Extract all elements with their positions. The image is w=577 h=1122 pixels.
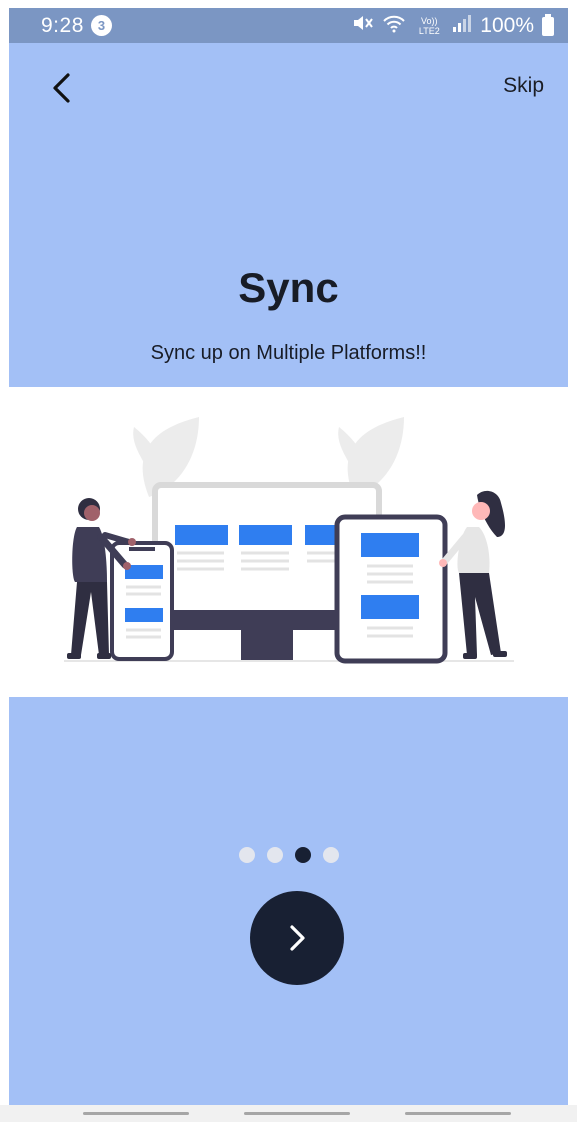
chevron-right-icon xyxy=(290,925,305,951)
back-button[interactable] xyxy=(41,68,81,108)
chevron-left-icon xyxy=(53,73,70,103)
page-title: Sync xyxy=(238,264,339,311)
page-indicator xyxy=(9,847,568,863)
status-icons: Vo)) LTE2 100% xyxy=(352,13,554,39)
notification-count-badge: 3 xyxy=(91,15,112,36)
mute-icon xyxy=(352,13,374,39)
onboarding-screen: 9:28 3 Vo)) LTE2 100% Skip Sync Sync up … xyxy=(9,8,568,1105)
nav-back-button[interactable] xyxy=(405,1112,511,1115)
network-label: Vo)) LTE2 xyxy=(418,16,440,36)
page-dot[interactable] xyxy=(294,847,311,863)
nav-home-button[interactable] xyxy=(244,1112,350,1115)
status-bar: 9:28 3 Vo)) LTE2 100% xyxy=(9,8,568,43)
next-button[interactable] xyxy=(250,891,344,985)
sync-illustration xyxy=(9,387,568,697)
page-subtitle: Sync up on Multiple Platforms!! xyxy=(150,342,427,364)
wifi-icon xyxy=(382,13,406,39)
nav-recent-button[interactable] xyxy=(83,1112,189,1115)
signal-icon xyxy=(452,13,472,39)
page-dot[interactable] xyxy=(266,847,283,863)
status-time: 9:28 xyxy=(41,14,84,37)
battery-icon xyxy=(542,13,554,36)
battery-percent: 100% xyxy=(480,14,534,37)
skip-button[interactable]: Skip xyxy=(503,74,544,98)
page-dot[interactable] xyxy=(322,847,339,863)
page-dot[interactable] xyxy=(238,847,255,863)
system-nav-bar xyxy=(0,1105,577,1122)
